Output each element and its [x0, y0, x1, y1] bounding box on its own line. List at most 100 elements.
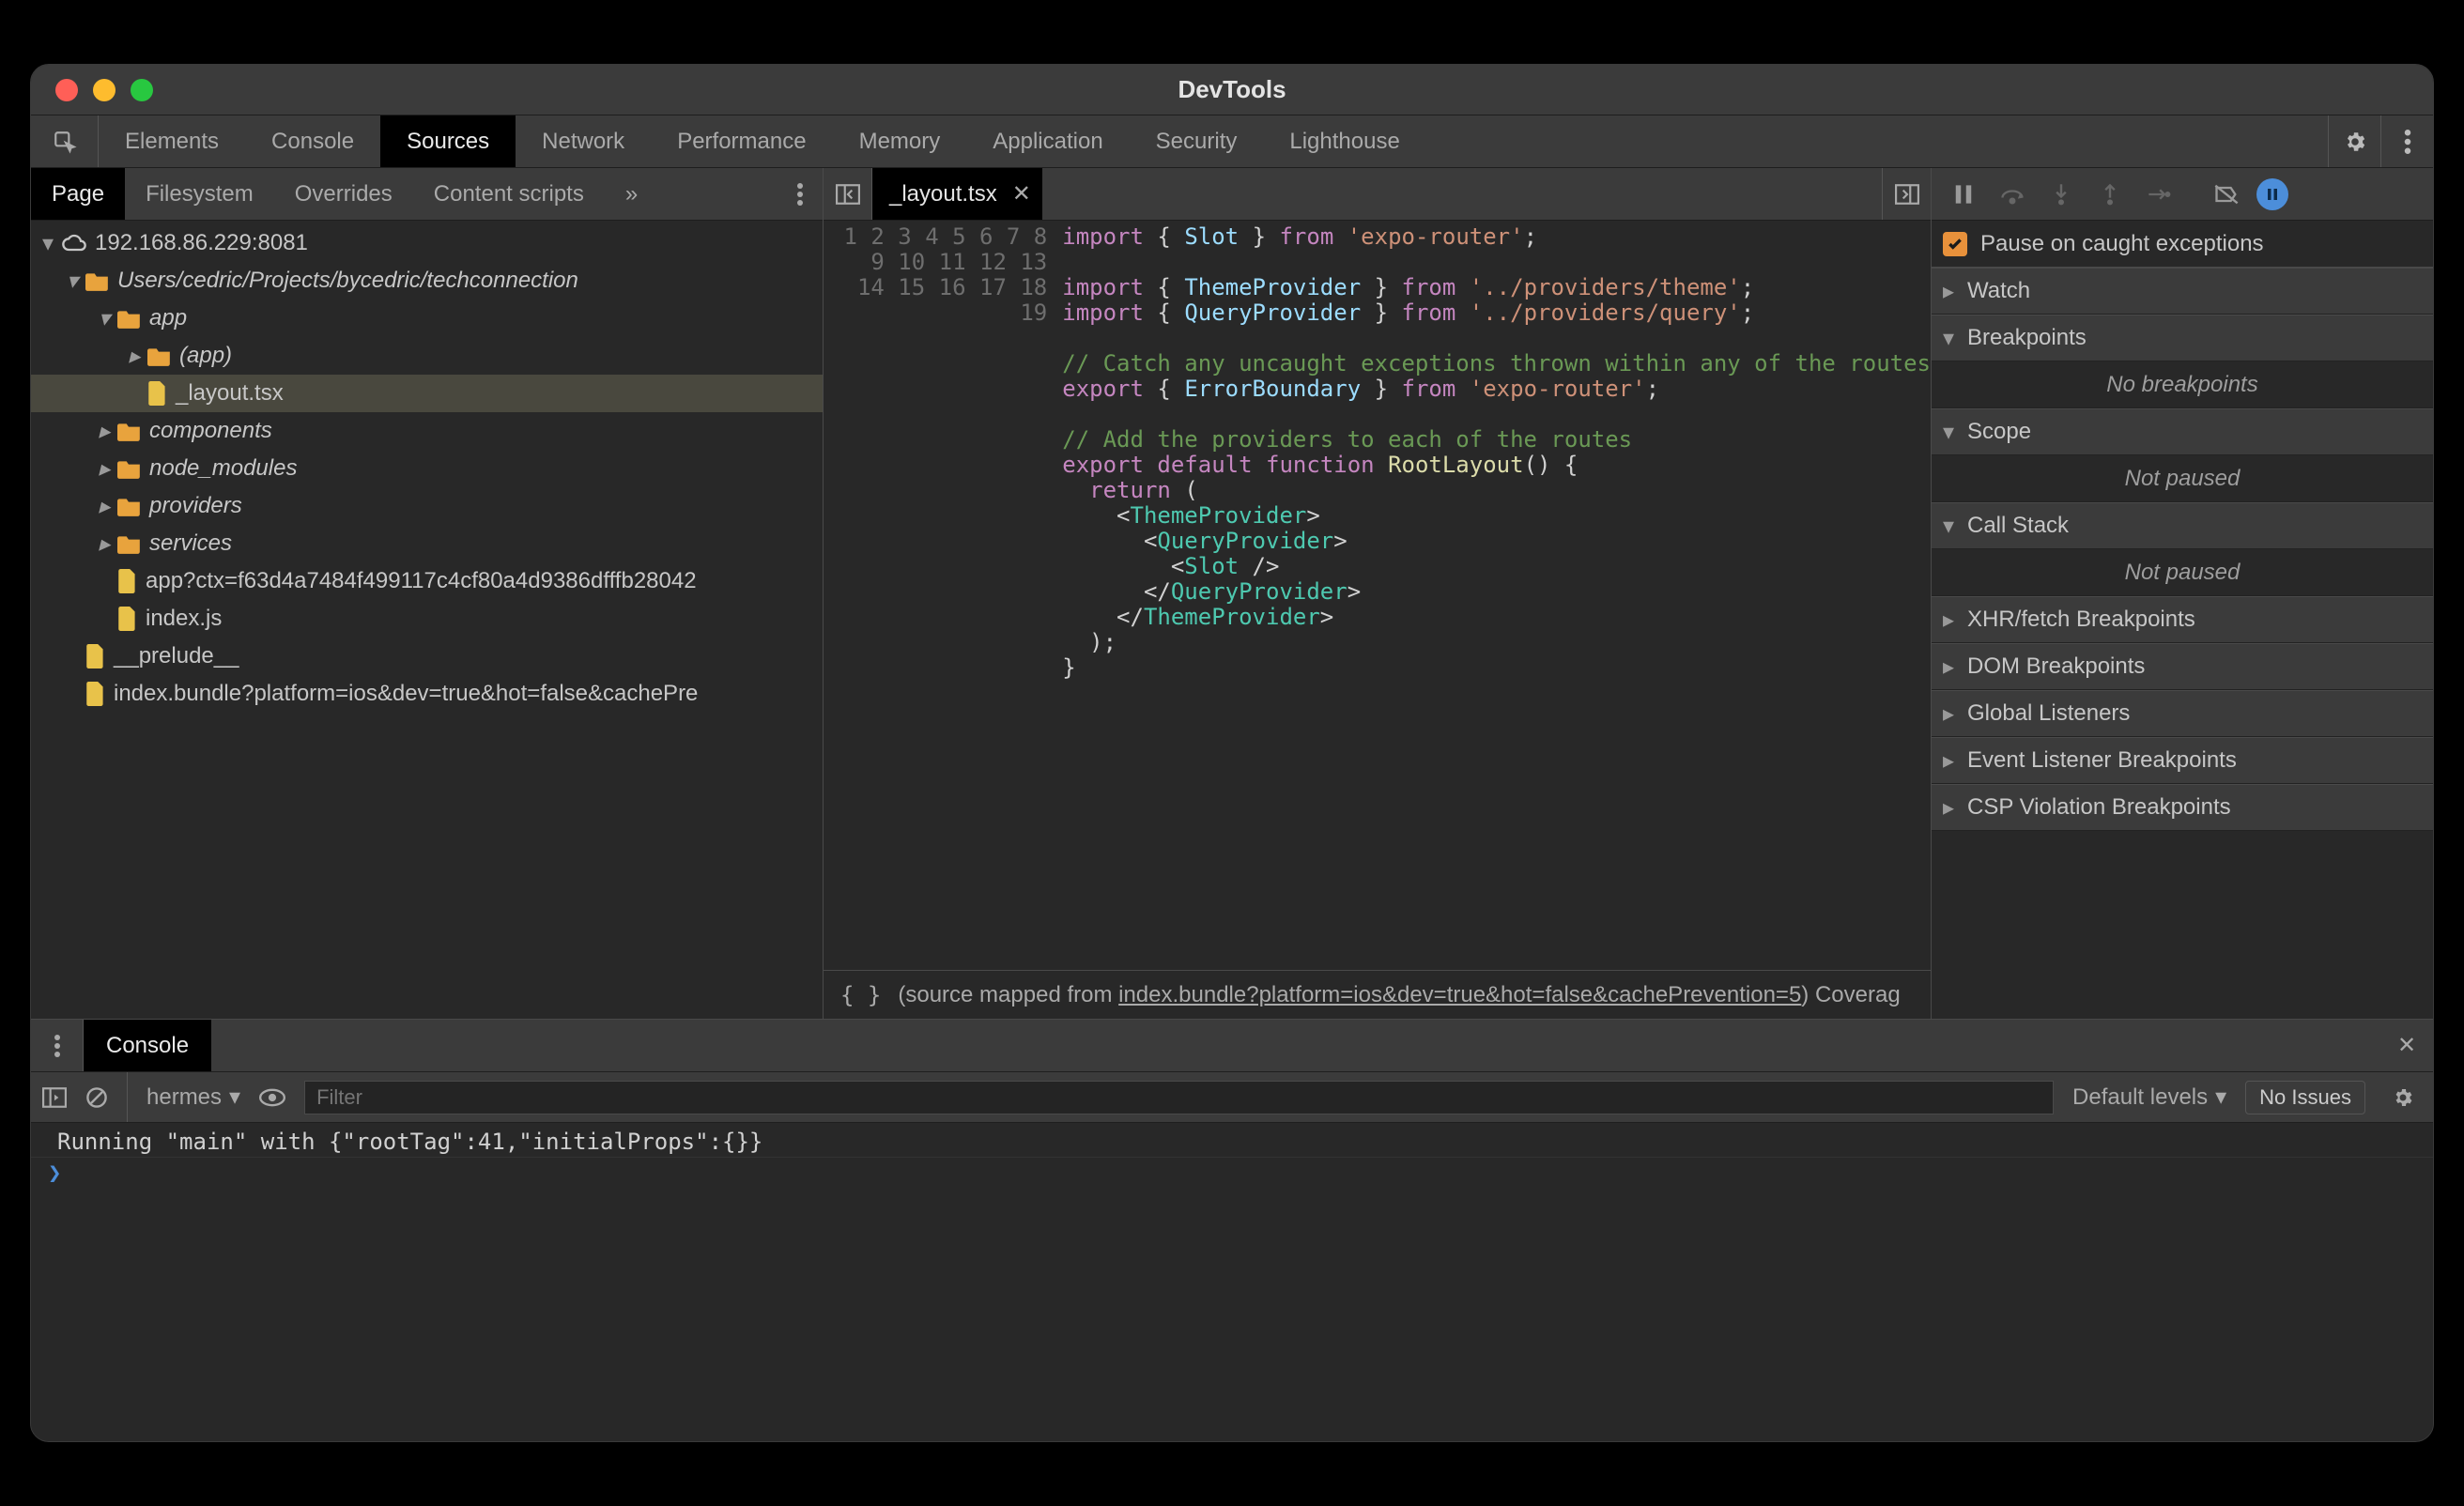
tab-network[interactable]: Network — [516, 115, 651, 167]
devtools-window: DevTools Elements Console Sources Networ… — [30, 64, 2434, 1442]
section-csp[interactable]: CSP Violation Breakpoints — [1932, 784, 2433, 831]
drawer-kebab-icon[interactable] — [31, 1020, 84, 1071]
line-gutter: 1 2 3 4 5 6 7 8 9 10 11 12 13 14 15 16 1… — [824, 221, 1056, 970]
no-issues-button[interactable]: No Issues — [2245, 1081, 2365, 1114]
tab-memory[interactable]: Memory — [833, 115, 967, 167]
console-output[interactable]: Running "main" with {"rootTag":41,"initi… — [31, 1123, 2433, 1441]
editor-tabs: _layout.tsx ✕ — [824, 168, 1931, 221]
tab-lighthouse[interactable]: Lighthouse — [1263, 115, 1425, 167]
live-expression-icon[interactable] — [259, 1088, 285, 1107]
pause-caught-row[interactable]: Pause on caught exceptions — [1932, 221, 2433, 268]
tree-providers[interactable]: providers — [31, 487, 823, 525]
console-sidebar-icon[interactable] — [42, 1087, 67, 1108]
zoom-window-button[interactable] — [131, 79, 153, 101]
subtab-overrides[interactable]: Overrides — [274, 168, 413, 220]
file-icon — [117, 607, 138, 631]
step-icon[interactable] — [2134, 168, 2183, 221]
kebab-menu-icon[interactable] — [2380, 115, 2433, 167]
tree-bundle-file[interactable]: index.bundle?platform=ios&dev=true&hot=f… — [31, 675, 823, 713]
navigator-kebab-icon[interactable] — [778, 183, 823, 206]
tree-prelude-file[interactable]: __prelude__ — [31, 638, 823, 675]
tree-components[interactable]: components — [31, 412, 823, 450]
source-map-link[interactable]: index.bundle?platform=ios&dev=true&hot=f… — [1118, 982, 1801, 1007]
tab-security[interactable]: Security — [1130, 115, 1264, 167]
tree-layout-label: _layout.tsx — [176, 380, 284, 407]
tree-project-label: Users/cedric/Projects/bycedric/techconne… — [117, 268, 578, 294]
tree-app-group-label: (app) — [179, 343, 232, 369]
drawer-close-icon[interactable]: ✕ — [2380, 1020, 2433, 1071]
code-content: import { Slot } from 'expo-router'; impo… — [1056, 221, 1931, 970]
console-toolbar: hermes ▾ Default levels ▾ No Issues — [31, 1072, 2433, 1123]
tree-prelude-label: __prelude__ — [114, 643, 239, 669]
log-levels-selector[interactable]: Default levels ▾ — [2072, 1083, 2226, 1111]
tree-app-group[interactable]: (app) — [31, 337, 823, 375]
tab-application[interactable]: Application — [966, 115, 1129, 167]
subtab-overflow-icon[interactable]: » — [610, 181, 653, 207]
show-debugger-icon[interactable] — [1882, 168, 1931, 220]
tree-services[interactable]: services — [31, 525, 823, 562]
tab-elements[interactable]: Elements — [99, 115, 245, 167]
section-callstack[interactable]: Call Stack — [1932, 502, 2433, 549]
tree-node-label: node_modules — [149, 455, 297, 482]
section-watch[interactable]: Watch — [1932, 268, 2433, 315]
folder-icon — [117, 308, 142, 329]
file-tree[interactable]: 192.168.86.229:8081 Users/cedric/Project… — [31, 221, 823, 1019]
show-navigator-icon[interactable] — [824, 168, 872, 220]
console-context-selector[interactable]: hermes ▾ — [127, 1072, 240, 1122]
console-settings-icon[interactable] — [2384, 1086, 2422, 1109]
pause-script-icon[interactable] — [1939, 168, 1988, 221]
chevron-down-icon: ▾ — [229, 1083, 240, 1111]
tab-console[interactable]: Console — [245, 115, 380, 167]
step-into-icon[interactable] — [2037, 168, 2086, 221]
navigator-tabs: Page Filesystem Overrides Content script… — [31, 168, 823, 221]
section-breakpoints[interactable]: Breakpoints — [1932, 315, 2433, 361]
pretty-print-icon[interactable]: { } — [840, 982, 881, 1008]
editor-file-tab[interactable]: _layout.tsx ✕ — [872, 168, 1042, 220]
tree-node-modules[interactable]: node_modules — [31, 450, 823, 487]
file-icon — [117, 569, 138, 593]
clear-console-icon[interactable] — [85, 1086, 108, 1109]
inspect-element-icon[interactable] — [31, 115, 99, 167]
tab-performance[interactable]: Performance — [651, 115, 832, 167]
console-context-label: hermes — [146, 1084, 222, 1111]
subtab-page[interactable]: Page — [31, 168, 125, 220]
checkbox-checked-icon[interactable] — [1943, 232, 1967, 256]
step-over-icon[interactable] — [1988, 168, 2037, 221]
folder-icon — [147, 346, 172, 366]
section-xhr[interactable]: XHR/fetch Breakpoints — [1932, 596, 2433, 643]
chevron-down-icon: ▾ — [2215, 1083, 2226, 1111]
close-window-button[interactable] — [55, 79, 78, 101]
code-editor[interactable]: 1 2 3 4 5 6 7 8 9 10 11 12 13 14 15 16 1… — [824, 221, 1931, 970]
tree-app-folder[interactable]: app — [31, 300, 823, 337]
settings-icon[interactable] — [2328, 115, 2380, 167]
deactivate-breakpoints-icon[interactable] — [2202, 168, 2251, 221]
editor-status-strip: { } (source mapped from index.bundle?pla… — [824, 970, 1931, 1019]
minimize-window-button[interactable] — [93, 79, 116, 101]
main-tab-strip: Elements Console Sources Network Perform… — [31, 115, 2433, 168]
debugger-panel: Pause on caught exceptions Watch Breakpo… — [1932, 168, 2433, 1019]
step-out-icon[interactable] — [2086, 168, 2134, 221]
tree-app-label: app — [149, 305, 187, 331]
close-tab-icon[interactable]: ✕ — [1012, 180, 1031, 207]
console-filter-input[interactable] — [304, 1081, 2054, 1114]
tree-origin[interactable]: 192.168.86.229:8081 — [31, 224, 823, 262]
source-map-info: (source mapped from index.bundle?platfor… — [898, 982, 1900, 1008]
folder-icon — [117, 458, 142, 479]
tree-appctx-file[interactable]: app?ctx=f63d4a7484f499117c4cf80a4d9386df… — [31, 562, 823, 600]
console-prompt[interactable]: ❯ — [31, 1158, 2433, 1188]
subtab-content-scripts[interactable]: Content scripts — [413, 168, 605, 220]
tree-layout-file[interactable]: _layout.tsx — [31, 375, 823, 412]
section-globals[interactable]: Global Listeners — [1932, 690, 2433, 737]
drawer-tab-console[interactable]: Console — [84, 1020, 211, 1071]
subtab-filesystem[interactable]: Filesystem — [125, 168, 274, 220]
tree-project[interactable]: Users/cedric/Projects/bycedric/techconne… — [31, 262, 823, 300]
window-title: DevTools — [31, 75, 2433, 104]
folder-icon — [117, 421, 142, 441]
tree-indexjs-file[interactable]: index.js — [31, 600, 823, 638]
section-events[interactable]: Event Listener Breakpoints — [1932, 737, 2433, 784]
content-row: Page Filesystem Overrides Content script… — [31, 168, 2433, 1019]
section-dom[interactable]: DOM Breakpoints — [1932, 643, 2433, 690]
pause-on-exceptions-icon[interactable] — [2256, 178, 2288, 210]
section-scope[interactable]: Scope — [1932, 408, 2433, 455]
tab-sources[interactable]: Sources — [380, 115, 516, 167]
